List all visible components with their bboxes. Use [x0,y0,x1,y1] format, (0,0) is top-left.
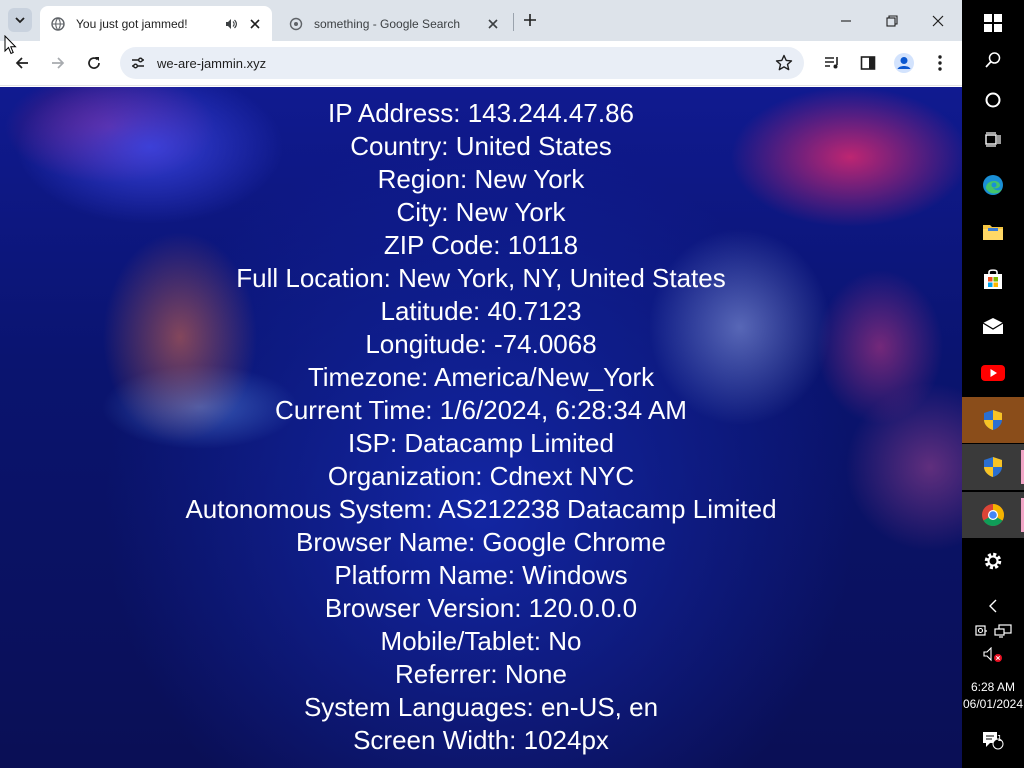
plus-icon [524,14,536,26]
clock-time: 6:28 AM [970,680,1016,694]
taskbar-youtube[interactable] [962,350,1024,396]
tab-separator [513,13,514,31]
info-full-location: Full Location: New York, NY, United Stat… [236,263,726,293]
tab-inactive[interactable]: something - Google Search [278,6,510,41]
windows-taskbar: 6:28 AM 06/01/2024 1 [962,0,1024,768]
gear-icon [984,552,1002,570]
reload-icon [88,57,100,69]
task-view-icon [985,132,1001,147]
visitor-info-list: IP Address: 143.244.47.86 Country: Unite… [0,97,962,757]
arrow-left-icon [15,57,28,69]
tray-icons-row [962,621,1024,641]
tab-search-button[interactable] [8,8,32,32]
tab-active[interactable]: You just got jammed! [40,6,272,41]
taskbar-security-shield-1[interactable] [962,397,1024,443]
globe-icon [50,16,66,32]
speaker-icon[interactable] [222,15,240,33]
close-window-button[interactable] [915,0,961,41]
info-zip-code: ZIP Code: 10118 [383,230,579,260]
speaker-muted-icon [983,647,1002,662]
info-current-time: Current Time: 1/6/2024, 6:28:34 AM [275,395,687,425]
tab-title: something - Google Search [314,16,461,31]
network-icon[interactable] [994,624,1012,638]
site-settings-icon[interactable] [128,53,148,73]
taskbar-mail[interactable] [962,303,1024,349]
info-browser-version: Browser Version: 120.0.0.0 [324,593,638,623]
device-sync-icon[interactable] [974,624,988,638]
taskbar-file-explorer[interactable] [962,209,1024,255]
browser-window: You just got jammed! something - Google … [0,0,962,768]
minimize-button[interactable] [823,0,869,41]
web-page-content: IP Address: 143.244.47.86 Country: Unite… [0,87,962,768]
info-latitude: Latitude: 40.7123 [380,296,582,326]
info-system-languages: System Languages: en-US, en [303,692,659,722]
taskbar-settings[interactable] [962,538,1024,584]
taskbar-store[interactable] [962,256,1024,302]
arrow-right-icon [52,57,65,69]
uac-shield-icon [984,457,1002,477]
volume-muted-button[interactable] [962,645,1024,665]
info-city: City: New York [396,197,566,227]
chevron-left-icon [989,599,997,613]
info-ip-address: IP Address: 143.244.47.86 [328,98,634,128]
restore-button[interactable] [869,0,915,41]
edge-browser-icon [983,175,1003,195]
store-bag-icon [984,269,1002,289]
info-platform-name: Platform Name: Windows [334,560,628,590]
tab-title: You just got jammed! [76,16,188,31]
mouse-pointer-icon [4,35,17,55]
new-tab-button[interactable] [518,8,542,32]
taskbar-clock[interactable]: 6:28 AM 06/01/2024 [962,679,1024,713]
web-search-icon [288,16,304,32]
info-referrer: Referrer: None [395,659,567,689]
info-organization: Organization: Cdnext NYC [327,461,635,491]
bookmark-star-icon[interactable] [774,53,794,73]
browser-toolbar: we-are-jammin.xyz [0,41,962,86]
cortana-circle-icon [985,92,1001,108]
media-controls-icon[interactable] [819,50,845,76]
address-bar[interactable]: we-are-jammin.xyz [120,47,804,79]
chrome-browser-icon [982,504,1004,526]
youtube-icon [981,365,1005,381]
minimize-icon [841,19,851,22]
profile-avatar-icon[interactable] [891,50,917,76]
info-mobile-tablet: Mobile/Tablet: No [380,626,582,656]
taskbar-security-shield-2[interactable] [962,444,1024,490]
info-screen-width: Screen Width: 1024px [353,725,609,755]
url-text: we-are-jammin.xyz [157,56,267,71]
info-longitude: Longitude: -74.0068 [365,329,597,359]
clock-date: 06/01/2024 [962,697,1024,711]
close-tab-icon[interactable] [246,15,264,33]
info-isp: ISP: Datacamp Limited [348,428,614,458]
reload-button[interactable] [80,49,108,77]
close-tab-icon[interactable] [484,15,502,33]
info-browser-name: Browser Name: Google Chrome [296,527,666,557]
info-region: Region: New York [377,164,585,194]
side-panel-icon[interactable] [855,50,881,76]
show-hidden-icons-button[interactable] [962,596,1024,616]
mail-envelope-icon [982,318,1004,334]
info-timezone: Timezone: America/New_York [307,362,655,392]
task-view-button[interactable] [962,117,1024,163]
windows-logo-icon [984,14,1002,32]
uac-shield-icon [984,410,1002,430]
action-center-button[interactable]: 1 [962,728,1024,752]
taskbar-edge[interactable] [962,162,1024,208]
notification-count-badge: 1 [997,734,1003,743]
more-menu-icon[interactable] [927,50,953,76]
info-autonomous-system: Autonomous System: AS212238 Datacamp Lim… [185,494,777,524]
info-country: Country: United States [350,131,612,161]
tab-strip: You just got jammed! something - Google … [0,0,962,41]
restore-icon [886,14,898,27]
taskbar-chrome[interactable] [962,492,1024,538]
folder-icon [983,225,1003,240]
search-icon [985,52,1001,68]
close-icon [932,15,944,26]
forward-button[interactable] [44,49,72,77]
chevron-down-icon [15,17,25,24]
